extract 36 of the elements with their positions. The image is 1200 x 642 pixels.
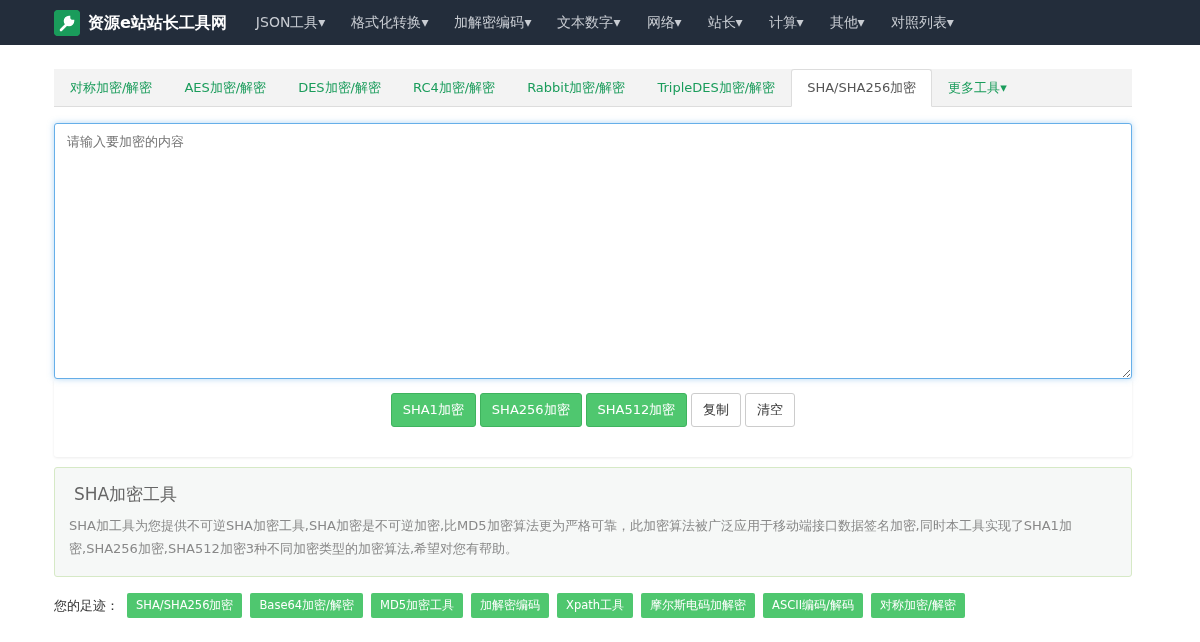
nav-menu-item[interactable]: 计算▾ [755,12,817,33]
footprint-link[interactable]: 加解密编码 [471,592,550,619]
tab[interactable]: Rabbit加密/解密 [511,69,642,107]
tab[interactable]: 对称加密/解密 [54,69,169,107]
footprint-link[interactable]: SHA/SHA256加密 [127,592,243,619]
action-button[interactable]: 复制 [691,393,742,427]
info-description: SHA加工具为您提供不可逆SHA加密工具,SHA加密是不可逆加密,比MD5加密算法更为严格可靠，此加密算法被广泛应用于移动端接口数据签名加密,同时本工具实现了SHA1加密,SHA256加密,SHA512加密3种不同加密类型的加密算法,希望对您有帮助。 [69,516,1073,558]
nav-menu-item[interactable]: 其他▾ [816,12,878,33]
encrypt-button[interactable]: SHA512加密 [585,393,688,427]
tab[interactable]: TripleDES加密/解密 [641,69,792,107]
footprint-label: 您的足迹： [54,596,119,615]
nav-menu-item[interactable]: 对照列表▾ [877,12,967,33]
footprint-link[interactable]: ASCII编码/解码 [763,592,863,619]
encrypt-button[interactable]: SHA256加密 [479,393,582,427]
input-field[interactable]: 请输入要加密的内容 [54,123,1132,379]
encrypt-button[interactable]: SHA1加密 [390,393,476,427]
footprint-link[interactable]: 摩尔斯电码加解密 [641,592,756,619]
tab[interactable]: DES加密/解密 [282,69,397,107]
footprint-link[interactable]: 对称加密/解密 [870,592,965,619]
tab[interactable]: SHA/SHA256加密 [791,69,933,107]
nav-menu-item[interactable]: 文本数字▾ [544,12,634,33]
nav-menu-item[interactable]: JSON工具▾ [242,12,339,33]
nav-menu-item[interactable]: 站长▾ [694,12,756,33]
footprint-link[interactable]: Xpath工具 [557,592,634,619]
nav-menu-item[interactable]: 格式化转换▾ [338,12,442,33]
tab[interactable]: AES加密/解密 [168,69,283,107]
nav-menu-item[interactable]: 网络▾ [633,12,695,33]
action-button[interactable]: 清空 [745,393,796,427]
footprint-link[interactable]: MD5加密工具 [370,592,464,619]
info-title: SHA加密工具 [74,483,179,504]
site-logo-text[interactable]: 资源e站站长工具网 [88,10,227,35]
wrench-icon [54,9,80,36]
footprint-link[interactable]: Base64加密/解密 [250,592,363,619]
nav-menu-item[interactable]: 加解密编码▾ [441,12,545,33]
tab[interactable]: RC4加密/解密 [397,69,512,107]
tab[interactable]: 更多工具▾ [932,69,1023,107]
